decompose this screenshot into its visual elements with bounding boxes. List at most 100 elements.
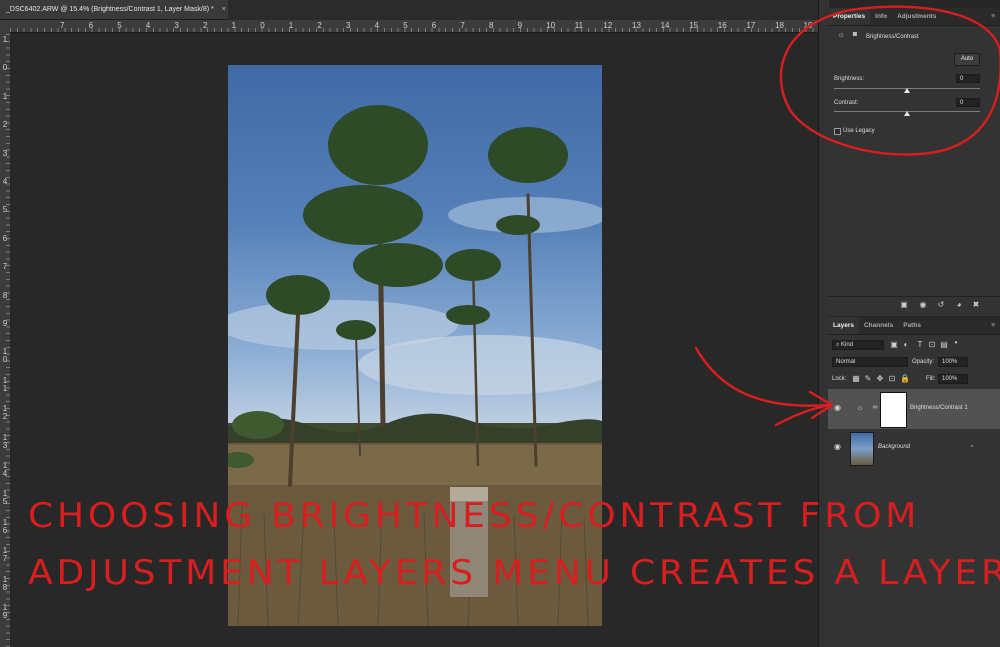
document-tab[interactable]: _DSC6402.ARW @ 15.4% (Brightness/Contras… — [0, 0, 228, 20]
lock-label: Lock: — [832, 376, 847, 382]
ruler-tick-label: 6 — [431, 21, 437, 30]
tab-properties[interactable]: Properties — [828, 8, 871, 25]
reset-icon[interactable]: ↺ — [935, 300, 947, 310]
lock-transparent-icon[interactable]: ▦ — [852, 374, 860, 384]
lock-artboard-icon[interactable]: ⊡ — [888, 374, 896, 384]
ruler-tick-label: 1 4 — [2, 461, 8, 478]
tab-adjustments[interactable]: Adjustments — [892, 8, 941, 25]
fill-label: Fill: — [926, 376, 936, 382]
ruler-tick-label: 5 — [403, 21, 408, 30]
toggle-visibility-icon[interactable]: ◕ — [953, 300, 965, 310]
contrast-label: Contrast: — [834, 100, 859, 106]
layer-mask-thumbnail[interactable] — [880, 392, 907, 428]
delete-adjustment-icon[interactable]: ✖ — [970, 300, 982, 310]
lock-position-icon[interactable]: ✥ — [876, 374, 884, 384]
link-icon[interactable]: ∞ — [872, 403, 878, 413]
ruler-tick-label: 1 1 — [2, 375, 8, 393]
ruler-tick-label: 14 — [660, 21, 670, 30]
ruler-tick-label: 1 7 — [2, 546, 8, 564]
use-legacy-checkbox[interactable] — [834, 128, 841, 135]
use-legacy-label: Use Legacy — [843, 128, 875, 134]
ruler-tick-label: 4 — [2, 177, 8, 186]
ruler-tick-label: 1 9 — [2, 603, 8, 620]
ruler-tick-label: 5 — [117, 21, 122, 30]
tab-layers[interactable]: Layers — [828, 317, 859, 334]
layer-thumbnail[interactable] — [850, 432, 874, 466]
ruler-tick-label: 1 5 — [2, 489, 8, 507]
ruler-tick-label: 11 — [574, 21, 584, 30]
layers-panel: Layers Channels Paths ≡ ⌕ Kind ▣ ◐ T ⊡ ▤… — [828, 317, 1000, 647]
ruler-tick-label: 3 — [346, 21, 351, 30]
panel-menu-icon[interactable]: ≡ — [986, 8, 1000, 25]
layer-filter-select[interactable]: ⌕ Kind — [832, 340, 884, 350]
ruler-tick-label: 1 6 — [2, 517, 8, 535]
visibility-eye-icon[interactable]: ◉ — [834, 442, 841, 451]
layer-row-background[interactable]: ◉ Background ▫ — [828, 430, 1000, 466]
ruler-tick-label: 1 — [2, 91, 8, 101]
ruler-tick-label: 1 — [288, 21, 294, 30]
ruler-tick-label: 7 — [2, 262, 8, 272]
ruler-tick-label: 9 — [517, 21, 523, 30]
blend-mode-select[interactable]: Normal — [832, 357, 908, 367]
brightness-contrast-icon: ☼ — [837, 30, 845, 39]
opacity-label: Opacity: — [912, 359, 935, 365]
fill-field[interactable]: 100% — [938, 374, 968, 384]
ruler-tick-label: 0 — [260, 21, 265, 30]
ruler-tick-label: 3 — [174, 21, 179, 30]
ruler-tick-label: 1 0 — [2, 347, 8, 365]
tab-channels[interactable]: Channels — [859, 317, 898, 334]
brightness-contrast-icon: ☼ — [856, 403, 864, 412]
lock-all-icon[interactable]: 🔒 — [900, 374, 910, 384]
ruler-tick-label: 7 — [60, 21, 65, 30]
opacity-field[interactable]: 100% — [938, 357, 968, 367]
ruler-tick-label: 9 — [2, 319, 8, 328]
ruler-tick-label: 15 — [689, 21, 699, 30]
contrast-value-field[interactable]: 0 — [956, 98, 980, 107]
ruler-tick-label: 1 — [231, 21, 237, 30]
adjustment-filter-icon[interactable]: ◐ — [902, 340, 910, 350]
layer-mask-icon[interactable]: ◙ — [850, 30, 860, 40]
pixel-filter-icon[interactable]: ▣ — [890, 340, 898, 350]
ruler-tick-label: 1 3 — [2, 432, 8, 450]
properties-panel-tabs: Properties Info Adjustments ≡ — [828, 8, 1000, 26]
tab-info[interactable]: Info — [870, 8, 892, 25]
brightness-slider-thumb[interactable] — [904, 88, 910, 93]
ruler-tick-label: 5 — [2, 205, 8, 215]
ruler-tick-label: 4 — [145, 21, 151, 30]
layers-menu-icon[interactable]: ≡ — [986, 317, 1000, 334]
ruler-tick-label: 18 — [775, 21, 784, 30]
layer-name[interactable]: Brightness/Contrast 1 — [910, 405, 968, 411]
annotation-line-2: ADJUSTMENT LAYERS MENU CREATES A LAYER — [28, 553, 1000, 593]
layer-filter-value: Kind — [841, 342, 854, 348]
close-tab-icon[interactable]: × — [222, 6, 226, 13]
ruler-tick-label: 4 — [374, 21, 380, 30]
lock-image-icon[interactable]: ✎ — [864, 374, 872, 384]
type-filter-icon[interactable]: T — [916, 340, 924, 350]
layers-panel-tabs: Layers Channels Paths ≡ — [828, 317, 1000, 335]
ruler-tick-label: 12 — [603, 21, 613, 30]
clip-to-layer-icon[interactable]: ▣ — [898, 300, 910, 310]
layer-row-brightness-contrast[interactable]: ◉ ☼ ∞ Brightness/Contrast 1 — [828, 389, 1000, 429]
shape-filter-icon[interactable]: ⊡ — [928, 340, 936, 350]
filter-toggle-icon[interactable]: • — [952, 338, 960, 348]
brightness-label: Brightness: — [834, 76, 865, 82]
ruler-tick-label: 2 — [203, 21, 208, 30]
auto-button[interactable]: Auto — [954, 53, 980, 66]
document-image[interactable] — [228, 65, 602, 626]
tab-paths[interactable]: Paths — [898, 317, 926, 334]
landscape-photo — [228, 105, 602, 626]
brightness-value-field[interactable]: 0 — [956, 74, 980, 83]
visibility-eye-icon[interactable]: ◉ — [834, 403, 841, 412]
ruler-tick-label: 7 — [460, 21, 465, 30]
ruler-tick-label: 8 — [489, 21, 494, 30]
view-previous-state-icon[interactable]: ◉ — [917, 300, 929, 310]
ruler-tick-label: 6 — [88, 21, 94, 30]
ruler-tick-label: 16 — [717, 21, 727, 30]
lock-icon[interactable]: ▫ — [968, 442, 976, 452]
smart-object-filter-icon[interactable]: ▤ — [940, 340, 948, 350]
contrast-slider-thumb[interactable] — [904, 111, 910, 116]
tab-bar-background — [228, 0, 828, 20]
layer-name[interactable]: Background — [878, 444, 910, 450]
ruler-tick-label: 2 — [317, 21, 322, 30]
ruler-tick-label: 0 — [2, 63, 8, 73]
